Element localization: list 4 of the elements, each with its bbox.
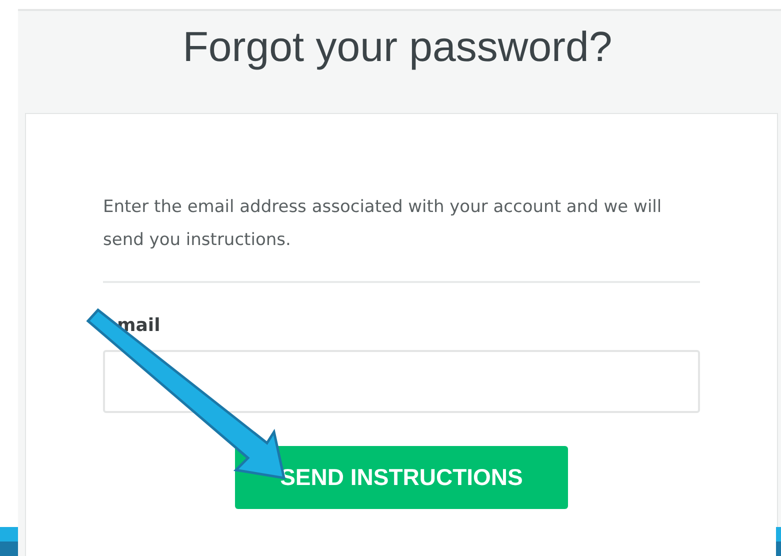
email-input[interactable]: [103, 350, 700, 413]
page-title: Forgot your password?: [182, 23, 614, 72]
instructions-text: Enter the email address associated with your account and we will send you instructions.: [103, 196, 663, 252]
send-instructions-button[interactable]: SEND INSTRUCTIONS: [235, 446, 568, 509]
